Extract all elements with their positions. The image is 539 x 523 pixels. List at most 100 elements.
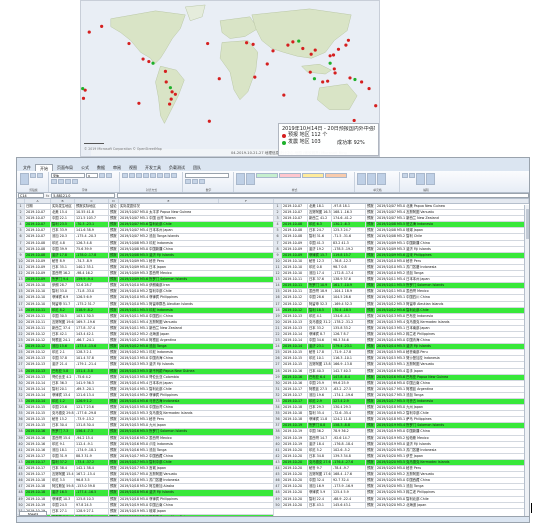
event-cell[interactable]: 2019/10/07 M5.4 瓦努阿图 Vanuatu [376,210,529,215]
status-cell[interactable]: 预报 [109,295,119,301]
status-cell[interactable]: 预报 [109,435,119,441]
event-cell[interactable]: 2019/10/14 M5.2 棉兰老 Philippines [376,332,529,337]
region-cell[interactable]: 斐济 17.8 [51,252,75,258]
status-cell[interactable]: 预报 [109,216,119,222]
status-cell[interactable]: 预报 [366,246,376,252]
region-cell[interactable]: 中国 30.5 [51,313,75,319]
region-cell[interactable]: 印尼 10.1 [308,356,332,362]
coord-cell[interactable]: 166.9 -13.8 [332,362,366,368]
percent-icon[interactable] [185,179,191,184]
row-number[interactable]: 9 [17,252,25,258]
number-format-select[interactable] [185,173,229,178]
coord-cell[interactable]: 139.3 34.8 [332,453,366,459]
row-number[interactable]: 3 [274,216,282,222]
coord-cell[interactable]: 142.7 40.3 [332,368,366,374]
date-cell[interactable]: 2019-10-16 [25,441,51,447]
row-number[interactable]: 26 [17,356,25,362]
status-cell[interactable]: 预报 [366,466,376,472]
event-cell[interactable]: 2019/10/16 M5.2 墨西哥 Mexico [119,435,274,441]
status-cell[interactable]: 预报 [109,283,119,289]
status-cell[interactable]: 预报 [366,484,376,490]
region-cell[interactable]: 智利 37.2 [51,459,75,466]
region-cell[interactable]: 日本 38.4 [51,466,75,472]
row-number[interactable]: 19 [17,313,25,319]
fill-color-icon[interactable] [65,179,71,184]
status-cell[interactable]: 预报 [109,417,119,423]
coord-cell[interactable]: 151.4 -5.8 [75,368,109,374]
date-cell[interactable]: 2019-10-14 [282,331,308,338]
date-cell[interactable]: 2019-10-13 [25,356,51,362]
comma-icon[interactable] [192,179,198,184]
status-cell[interactable]: 预报 [366,222,376,228]
row-number[interactable]: 40 [274,441,282,447]
date-cell[interactable]: 2019-10-16 [282,374,308,380]
event-cell[interactable]: 2019/10/19 M5.0 中国新疆 China [376,429,529,434]
date-cell[interactable]: 2019-10-12 [282,295,308,301]
row-number[interactable]: 28 [274,368,282,374]
date-cell[interactable]: 2019-10-16 [25,429,51,435]
date-cell[interactable]: 2019-10-14 [25,392,51,398]
event-cell[interactable]: 2019/10/20 M5.0 智利北部 Chile [376,497,529,502]
region-cell[interactable]: 印尼 4.1 [308,313,332,319]
conditional-format-icon[interactable] [236,173,245,185]
row-number[interactable]: 16 [274,295,282,301]
coord-cell[interactable]: 88.3 31.9 [75,453,109,459]
status-cell[interactable]: 预报 [366,362,376,368]
row-number[interactable]: 17 [17,301,25,307]
row-number[interactable]: 42 [17,453,25,459]
date-cell[interactable]: 2019-10-13 [25,362,51,368]
coord-cell[interactable]: -63.2 -27.5 [332,386,366,392]
column-header-c[interactable]: C [75,199,109,203]
status-cell[interactable]: 预报 [366,295,376,301]
date-cell[interactable]: 2019-10-12 [25,344,51,350]
date-cell[interactable]: 2019-10-20 [282,447,308,453]
status-cell[interactable]: 预报 [109,246,119,252]
row-number[interactable]: 50 [274,502,282,508]
row-number[interactable]: 3 [17,216,25,222]
ribbon-tab[interactable]: 开始 [35,164,53,171]
row-number[interactable]: 27 [274,362,282,368]
status-cell[interactable]: 预报 [109,277,119,283]
status-cell[interactable]: 预报 [366,502,376,508]
date-cell[interactable]: 2019-10-08 [25,240,51,246]
row-number[interactable]: 7 [274,240,282,246]
region-cell[interactable]: 瓦努阿图 13.8 [308,362,332,368]
coord-cell[interactable]: 96.8 3.5 [75,478,109,484]
region-cell[interactable]: 智利 18.5 [308,307,332,313]
status-cell[interactable]: 预报 [366,301,376,307]
row-number[interactable]: 20 [274,319,282,325]
row-number[interactable]: 11 [17,264,25,271]
event-cell[interactable]: 2019/10/18 M5.0 九州 Japan [376,405,529,410]
region-cell[interactable]: 日本 24.7 [308,228,332,234]
date-cell[interactable]: 2019-10-15 [282,362,308,368]
region-cell[interactable]: 阿拉斯加 59.8 [51,484,75,490]
status-cell[interactable]: 预报 [366,411,376,417]
status-cell[interactable]: 预报 [109,374,119,380]
coord-cell[interactable]: 121.7 23.6 [75,405,109,411]
coord-cell[interactable]: 83.2 41.3 [332,240,366,246]
row-number[interactable]: 15 [17,289,25,295]
coord-cell[interactable]: -71.5 -31.6 [332,234,366,240]
coord-cell[interactable]: 102.6 -5.2 [332,447,366,453]
date-cell[interactable]: 2019-10-17 [25,466,51,472]
region-cell[interactable]: 日本 29.3 [308,405,332,411]
row-number[interactable]: 35 [274,411,282,417]
coord-cell[interactable]: -78.4 -9.7 [332,466,366,472]
coord-cell[interactable]: 104.5 28.6 [332,295,366,301]
event-cell[interactable]: 2019/10/07 M5.1 中国 台湾 Taiwan [119,216,274,222]
row-number[interactable]: 32 [17,392,25,398]
date-cell[interactable]: 2019-10-11 [25,313,51,319]
event-cell[interactable]: 2019/10/14 M5.2 菲律宾 Philippines [119,392,274,398]
region-cell[interactable]: 克马德克 27.6 [308,459,332,466]
date-cell[interactable]: 2019-10-12 [282,307,308,313]
status-cell[interactable]: 预报 [109,252,119,258]
status-cell[interactable]: 预报 [109,392,119,398]
font-name-select[interactable]: 宋体 [51,173,85,178]
date-cell[interactable]: 2019-10-18 [282,411,308,417]
status-cell[interactable]: 预报 [109,508,119,514]
region-cell[interactable]: 巴布亚 5.8 [51,368,75,374]
italic-icon[interactable] [106,173,112,178]
region-cell[interactable]: 日本 43.1 [308,502,332,508]
align-middle-icon[interactable] [129,173,135,178]
ribbon-tab[interactable]: 公式 [77,164,93,171]
